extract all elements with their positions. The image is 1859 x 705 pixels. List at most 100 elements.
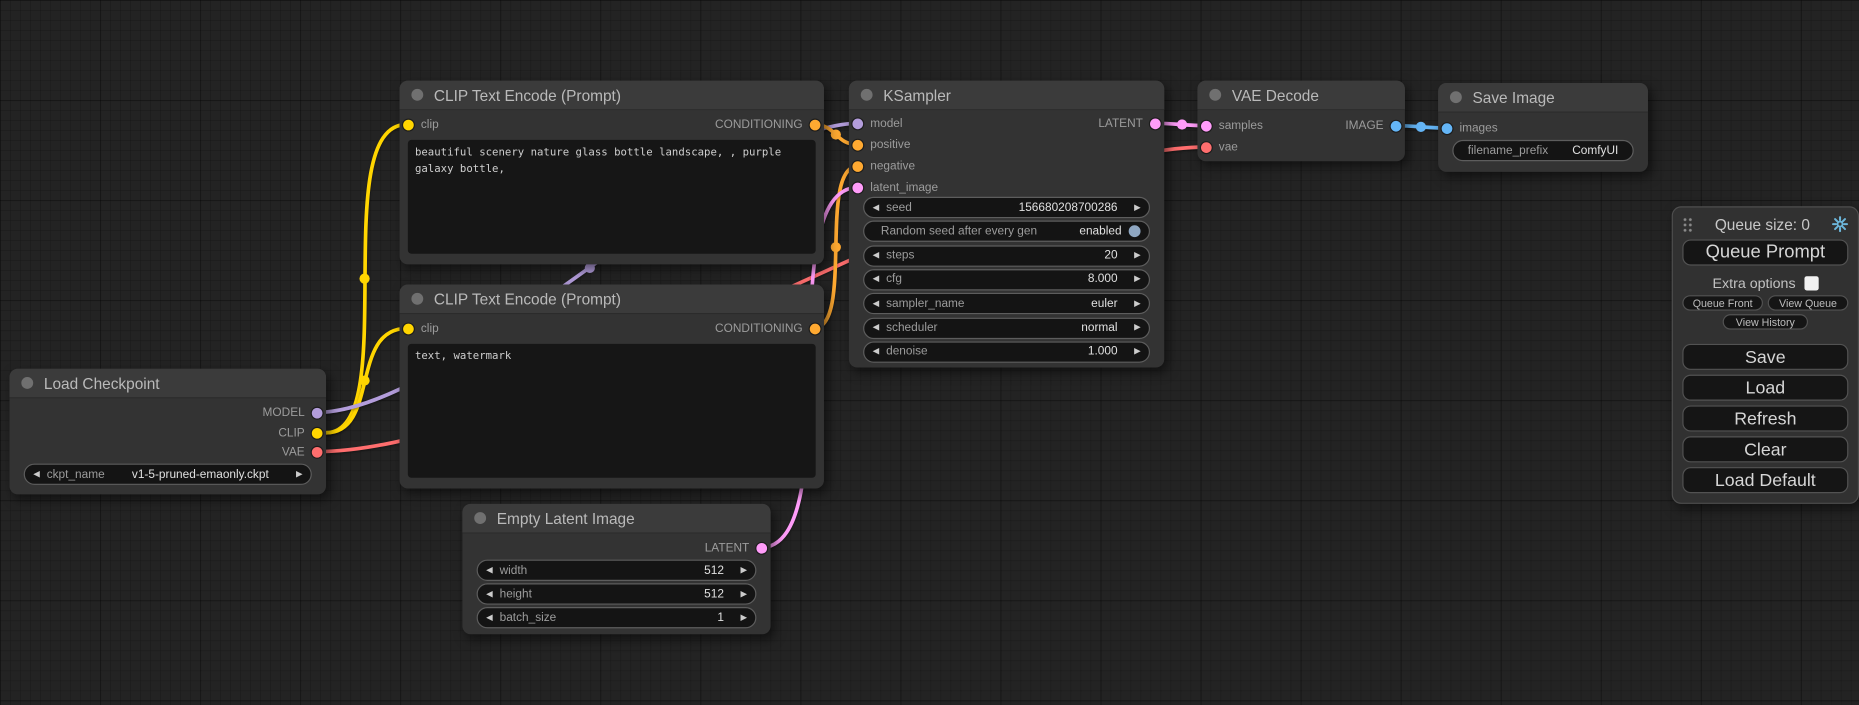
stepper-right-icon[interactable]: ▶	[1134, 348, 1140, 356]
node-vae-decode[interactable]: VAE Decode samples vae IMAGE	[1197, 81, 1404, 162]
node-save-image[interactable]: Save Image images filename_prefix ComfyU…	[1438, 83, 1648, 172]
node-title-bar[interactable]: CLIP Text Encode (Prompt)	[400, 81, 824, 111]
node-collapse-dot[interactable]	[1450, 91, 1462, 103]
node-title: CLIP Text Encode (Prompt)	[434, 290, 621, 308]
refresh-button[interactable]: Refresh	[1682, 405, 1848, 431]
ckpt-name-widget[interactable]: ◀ ckpt_name v1-5-pruned-emaonly.ckpt ▶	[24, 464, 312, 485]
port-dot-latent[interactable]	[852, 182, 863, 193]
port-dot-model[interactable]	[312, 407, 323, 418]
port-dot-image[interactable]	[1391, 120, 1402, 131]
port-dot-conditioning[interactable]	[810, 323, 821, 334]
stepper-left-icon[interactable]: ◀	[486, 590, 492, 598]
node-title-bar[interactable]: Empty Latent Image	[462, 504, 770, 534]
node-clip-text-encode-negative[interactable]: CLIP Text Encode (Prompt) clip CONDITION…	[400, 285, 824, 489]
widget-value: 1.000	[1088, 345, 1118, 358]
stepper-left-icon[interactable]: ◀	[873, 251, 879, 259]
stepper-right-icon[interactable]: ▶	[741, 590, 747, 598]
stepper-right-icon[interactable]: ▶	[296, 470, 302, 478]
stepper-left-icon[interactable]: ◀	[486, 614, 492, 622]
node-collapse-dot[interactable]	[411, 293, 423, 305]
stepper-right-icon[interactable]: ▶	[741, 614, 747, 622]
node-title-bar[interactable]: Load Checkpoint	[9, 369, 326, 399]
cfg-widget[interactable]: ◀ cfg 8.000 ▶	[863, 269, 1150, 290]
port-dot-latent[interactable]	[1201, 120, 1212, 131]
node-collapse-dot[interactable]	[1209, 89, 1221, 101]
view-queue-button[interactable]: View Queue	[1768, 295, 1849, 310]
stepper-left-icon[interactable]: ◀	[33, 470, 39, 478]
node-title-bar[interactable]: VAE Decode	[1197, 81, 1404, 111]
output-latent: LATENT	[1098, 116, 1160, 130]
stepper-left-icon[interactable]: ◀	[873, 324, 879, 332]
port-label: negative	[870, 159, 915, 172]
widget-value: 156680208700286	[1019, 201, 1118, 214]
node-title-bar[interactable]: Save Image	[1438, 83, 1648, 113]
filename-prefix-widget[interactable]: filename_prefix ComfyUI	[1452, 140, 1633, 161]
queue-prompt-button[interactable]: Queue Prompt	[1682, 239, 1848, 265]
port-dot-clip[interactable]	[403, 119, 414, 130]
node-collapse-dot[interactable]	[21, 377, 33, 389]
port-dot-conditioning[interactable]	[852, 161, 863, 172]
batch-size-widget[interactable]: ◀ batch_size 1 ▶	[477, 607, 757, 628]
stepper-left-icon[interactable]: ◀	[873, 203, 879, 211]
denoise-widget[interactable]: ◀ denoise 1.000 ▶	[863, 341, 1150, 362]
node-collapse-dot[interactable]	[861, 89, 873, 101]
random-seed-toggle-widget[interactable]: Random seed after every gen enabled	[863, 221, 1150, 242]
seed-widget[interactable]: ◀ seed 156680208700286 ▶	[863, 197, 1150, 218]
queue-front-button[interactable]: Queue Front	[1682, 295, 1763, 310]
stepper-left-icon[interactable]: ◀	[873, 348, 879, 356]
node-clip-text-encode-positive[interactable]: CLIP Text Encode (Prompt) clip CONDITION…	[400, 81, 824, 265]
stepper-right-icon[interactable]: ▶	[741, 566, 747, 574]
queue-menu-panel: Queue size: 0 Queue Prompt Extra options…	[1672, 206, 1859, 504]
stepper-right-icon[interactable]: ▶	[1134, 300, 1140, 308]
node-title-bar[interactable]: CLIP Text Encode (Prompt)	[400, 285, 824, 315]
stepper-right-icon[interactable]: ▶	[1134, 251, 1140, 259]
node-collapse-dot[interactable]	[474, 512, 486, 524]
port-dot-vae[interactable]	[1201, 142, 1212, 153]
stepper-left-icon[interactable]: ◀	[486, 566, 492, 574]
port-dot-clip[interactable]	[403, 323, 414, 334]
node-graph-canvas[interactable]: Load Checkpoint MODEL CLIP VAE ◀ ckpt_na…	[0, 0, 1859, 705]
settings-gear-icon[interactable]	[1832, 216, 1849, 233]
scheduler-widget[interactable]: ◀ scheduler normal ▶	[863, 317, 1150, 338]
height-widget[interactable]: ◀ height 512 ▶	[477, 583, 757, 604]
port-dot-image[interactable]	[1442, 123, 1453, 134]
port-dot-vae[interactable]	[312, 446, 323, 457]
negative-prompt-textarea[interactable]: text, watermark	[408, 344, 816, 478]
link-midpoint-dot	[831, 242, 841, 252]
output-image: IMAGE	[1345, 119, 1401, 133]
port-dot-latent[interactable]	[1150, 118, 1161, 129]
widget-label: batch_size	[500, 611, 557, 624]
port-label: LATENT	[1098, 117, 1143, 130]
port-label: samples	[1219, 119, 1263, 132]
stepper-right-icon[interactable]: ▶	[1134, 324, 1140, 332]
port-dot-model[interactable]	[852, 118, 863, 129]
link-midpoint-dot	[1416, 122, 1426, 132]
port-dot-conditioning[interactable]	[810, 119, 821, 130]
node-title-bar[interactable]: KSampler	[849, 81, 1164, 111]
clear-button[interactable]: Clear	[1682, 436, 1848, 462]
port-dot-latent[interactable]	[756, 542, 767, 553]
load-button[interactable]: Load	[1682, 375, 1848, 401]
port-dot-clip[interactable]	[312, 427, 323, 438]
toggle-enabled-icon[interactable]	[1129, 226, 1141, 238]
node-collapse-dot[interactable]	[411, 89, 423, 101]
port-dot-conditioning[interactable]	[852, 139, 863, 150]
sampler-name-widget[interactable]: ◀ sampler_name euler ▶	[863, 293, 1150, 314]
save-button[interactable]: Save	[1682, 344, 1848, 370]
node-ksampler[interactable]: KSampler model positive negative latent_…	[849, 81, 1164, 368]
stepper-right-icon[interactable]: ▶	[1134, 276, 1140, 284]
steps-widget[interactable]: ◀ steps 20 ▶	[863, 245, 1150, 266]
load-default-button[interactable]: Load Default	[1682, 467, 1848, 493]
positive-prompt-textarea[interactable]: beautiful scenery nature glass bottle la…	[408, 140, 816, 254]
view-history-button[interactable]: View History	[1723, 314, 1808, 329]
stepper-left-icon[interactable]: ◀	[873, 276, 879, 284]
extra-options-checkbox[interactable]	[1804, 276, 1818, 290]
drag-handle-icon[interactable]	[1682, 216, 1693, 231]
stepper-left-icon[interactable]: ◀	[873, 300, 879, 308]
widget-value: normal	[1081, 321, 1117, 334]
stepper-right-icon[interactable]: ▶	[1134, 203, 1140, 211]
node-title: Save Image	[1472, 88, 1554, 106]
node-empty-latent-image[interactable]: Empty Latent Image LATENT ◀ width 512 ▶ …	[462, 504, 770, 634]
node-load-checkpoint[interactable]: Load Checkpoint MODEL CLIP VAE ◀ ckpt_na…	[9, 369, 326, 495]
width-widget[interactable]: ◀ width 512 ▶	[477, 560, 757, 581]
